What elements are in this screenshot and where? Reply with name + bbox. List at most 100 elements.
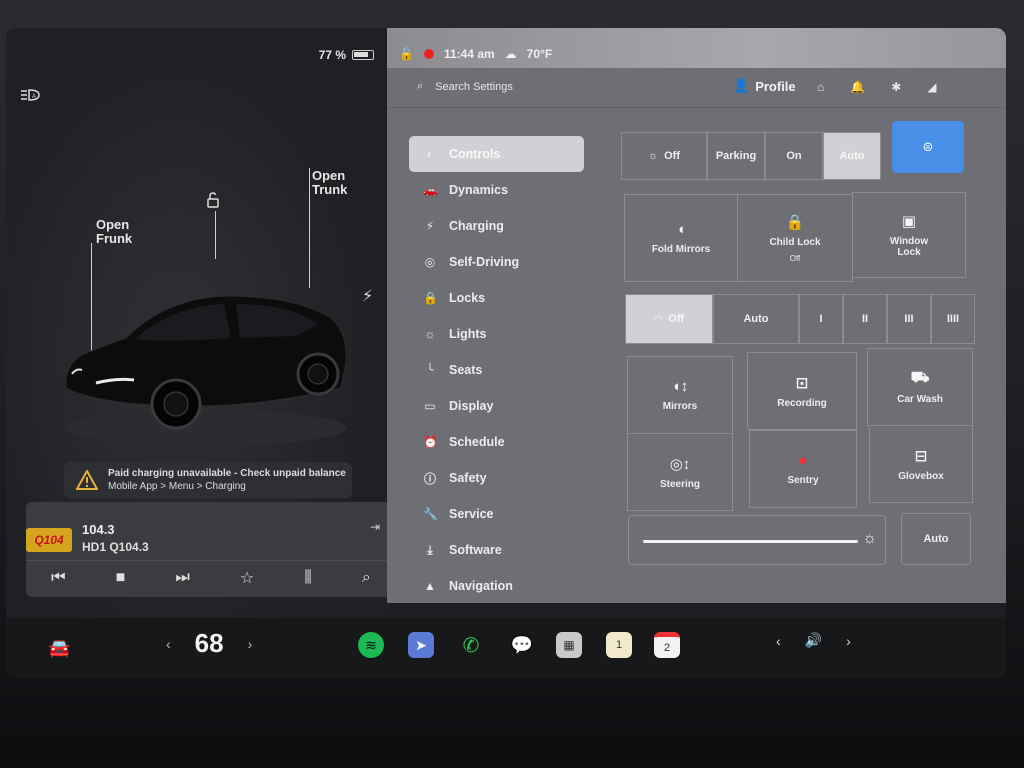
- menu-item-label: Navigation: [449, 579, 513, 593]
- screen-lock-icon[interactable]: 🔓: [399, 47, 414, 61]
- headlights-auto-option[interactable]: Auto: [823, 132, 881, 180]
- auto-headlights-icon[interactable]: A: [20, 88, 40, 102]
- volume-control: ‹ 🔊 ›: [776, 632, 851, 649]
- menu-item-label: Locks: [449, 291, 486, 305]
- profile-button[interactable]: 👤 Profile: [733, 78, 796, 94]
- glovebox-button[interactable]: ⊟ Glovebox: [869, 425, 973, 503]
- battery-status: 77 %: [319, 48, 374, 62]
- wiper-icon: ◠: [653, 313, 663, 326]
- car-wash-button[interactable]: ⛟ Car Wash: [867, 348, 973, 426]
- headlights-on-option[interactable]: On: [765, 132, 823, 180]
- phone-icon[interactable]: ✆: [458, 632, 484, 658]
- homelink-icon[interactable]: ⌂: [817, 80, 824, 94]
- menu-item-self-driving[interactable]: ◎ Self-Driving: [409, 244, 584, 280]
- display-icon: ▭: [424, 399, 436, 413]
- favorite-star-icon[interactable]: ☆: [240, 568, 254, 588]
- wipers-off-option[interactable]: ◠ Off: [625, 294, 713, 344]
- top-status-bar: 🔓 11:44 am ☁ 70°F: [387, 42, 1006, 66]
- temp-increase-icon[interactable]: ›: [248, 636, 253, 652]
- child-lock-button[interactable]: 🔒 Child Lock Off: [737, 194, 853, 282]
- radio-frequency: 104.3: [82, 522, 115, 537]
- menu-item-controls[interactable]: ◐ Controls: [409, 136, 584, 172]
- wipers-speed-4-option[interactable]: IIII: [931, 294, 975, 344]
- station-logo: Q104: [26, 528, 72, 552]
- audio-source-icon[interactable]: ⇥: [370, 520, 380, 534]
- station-name: HD1 Q104.3: [82, 540, 149, 554]
- wiper-mode-selector: ◠ Off Auto I II III IIII: [625, 294, 975, 344]
- download-icon: ⤓: [427, 542, 433, 557]
- speaker-icon[interactable]: 🔊: [805, 632, 822, 649]
- app-launcher-icon[interactable]: ▦: [556, 632, 582, 658]
- volume-up-icon[interactable]: ›: [846, 633, 851, 649]
- cabin-temperature[interactable]: 68: [195, 628, 224, 659]
- high-beam-icon: ⊜: [922, 139, 934, 154]
- next-icon[interactable]: ⏭: [175, 569, 189, 587]
- notes-icon[interactable]: 1: [606, 632, 632, 658]
- steering-adjust-button[interactable]: ◎↕ Steering: [627, 433, 733, 511]
- headlights-parking-option[interactable]: Parking: [707, 132, 765, 180]
- navigation-app-icon[interactable]: ➤: [408, 632, 434, 658]
- menu-item-display[interactable]: ▭ Display: [409, 388, 584, 424]
- menu-item-navigation[interactable]: ▲ Navigation: [409, 568, 584, 604]
- signal-strength-icon: ◢: [927, 80, 937, 94]
- car-menu-icon[interactable]: 🚘: [48, 638, 70, 659]
- wipers-speed-3-option[interactable]: III: [887, 294, 931, 344]
- dashcam-recording-button[interactable]: ⊡ Recording: [747, 352, 857, 430]
- menu-item-schedule[interactable]: ⏰ Schedule: [409, 424, 584, 460]
- open-trunk-button[interactable]: Open Trunk: [312, 169, 347, 197]
- charge-port-icon[interactable]: ⚡: [362, 286, 373, 306]
- media-player: Q104 104.3 HD1 Q104.3 ⇥ ⏮ ■ ⏭ ☆ ⫼ ⌕: [26, 502, 396, 597]
- alert-subtitle: Mobile App > Menu > Charging: [108, 481, 246, 492]
- menu-item-locks[interactable]: 🔒 Locks: [409, 280, 584, 316]
- brightness-auto-button[interactable]: Auto: [901, 513, 971, 565]
- child-lock-icon: 🔒: [785, 214, 805, 231]
- unlock-icon[interactable]: [205, 192, 221, 208]
- menu-item-label: Dynamics: [449, 183, 509, 197]
- mirror-icon: ◖: [676, 221, 686, 238]
- brightness-slider[interactable]: ☼: [628, 515, 886, 565]
- mirrors-adjust-button[interactable]: ◖↕ Mirrors: [627, 356, 733, 434]
- car-icon: 🚗: [423, 183, 438, 197]
- dashcam-icon: ⊡: [795, 374, 809, 392]
- bluetooth-icon[interactable]: ✱: [891, 80, 901, 94]
- notification-bell-icon[interactable]: 🔔: [850, 80, 865, 94]
- lock-icon: 🔒: [423, 291, 438, 305]
- menu-item-software[interactable]: ⤓ Software: [409, 532, 584, 568]
- search-input[interactable]: Search Settings: [435, 81, 513, 93]
- messages-icon[interactable]: 💬: [509, 632, 535, 658]
- auto-high-beam-button[interactable]: ⊜: [892, 121, 964, 173]
- fold-mirrors-button[interactable]: ◖ Fold Mirrors: [624, 194, 738, 282]
- settings-header: ⌕ Search Settings 👤 Profile ⌂ 🔔 ✱ ◢: [387, 68, 1006, 108]
- car-view-pane: 77 % A Open Frunk Open Trunk ⚡ Paid char…: [6, 28, 396, 618]
- window-lock-button[interactable]: ▣ Window Lock: [852, 192, 966, 278]
- headlights-off-option[interactable]: ☼ Off: [621, 132, 707, 180]
- brightness-slider-track[interactable]: [643, 540, 858, 543]
- wipers-auto-option[interactable]: Auto: [713, 294, 799, 344]
- volume-down-icon[interactable]: ‹: [776, 633, 781, 649]
- open-frunk-button[interactable]: Open Frunk: [96, 218, 132, 246]
- search-settings[interactable]: ⌕ Search Settings: [417, 80, 513, 93]
- menu-item-service[interactable]: 🔧 Service: [409, 496, 584, 532]
- temp-decrease-icon[interactable]: ‹: [166, 636, 171, 652]
- stop-icon[interactable]: ■: [116, 569, 126, 587]
- menu-item-dynamics[interactable]: 🚗 Dynamics: [409, 172, 584, 208]
- charging-alert[interactable]: Paid charging unavailable - Check unpaid…: [64, 462, 352, 498]
- battery-percent: 77 %: [318, 48, 346, 62]
- spotify-icon[interactable]: ≋: [358, 632, 384, 658]
- previous-icon[interactable]: ⏮: [51, 569, 65, 587]
- calendar-icon[interactable]: 2: [654, 632, 680, 658]
- wrench-icon: 🔧: [423, 507, 438, 521]
- menu-item-seats[interactable]: ╰ Seats: [409, 352, 584, 388]
- navigation-icon: ▲: [424, 579, 436, 593]
- brightness-sun-icon: ☼: [862, 530, 877, 547]
- media-search-icon[interactable]: ⌕: [362, 569, 371, 587]
- warning-icon: [76, 470, 98, 490]
- wipers-speed-2-option[interactable]: II: [843, 294, 887, 344]
- wipers-speed-1-option[interactable]: I: [799, 294, 843, 344]
- menu-item-safety[interactable]: ⓘ Safety: [409, 460, 584, 496]
- menu-item-charging[interactable]: ⚡ Charging: [409, 208, 584, 244]
- equalizer-icon[interactable]: ⫼: [304, 569, 311, 587]
- svg-text:A: A: [32, 94, 36, 100]
- menu-item-lights[interactable]: ☼ Lights: [409, 316, 584, 352]
- sentry-mode-button[interactable]: ● Sentry: [749, 430, 857, 508]
